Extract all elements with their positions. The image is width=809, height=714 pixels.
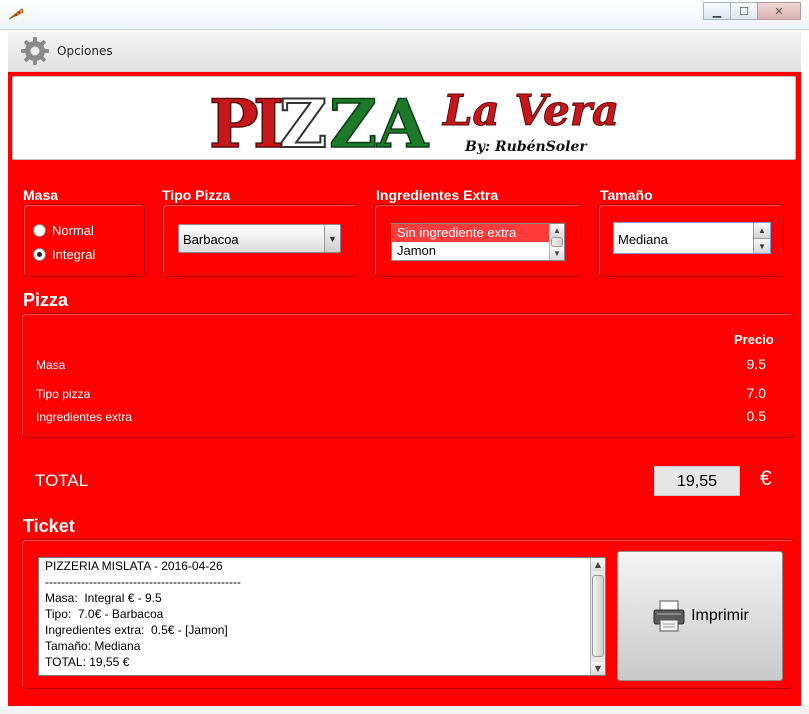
window-bottom-edge — [0, 706, 809, 714]
tamano-value[interactable]: Mediana — [618, 232, 668, 247]
scroll-thumb[interactable] — [551, 237, 563, 247]
main-panel: P I Z Z A La Vera By: RubénSoler Masa Ti… — [8, 72, 801, 706]
ticket-text: PIZZERIA MISLATA - 2016-04-26 -----------… — [39, 558, 605, 670]
maximize-button[interactable]: ☐ — [730, 2, 758, 20]
label-tamano: Tamaño — [600, 187, 653, 203]
label-tipo-pizza: Tipo Pizza — [162, 187, 231, 203]
ticket-line: Ingredientes extra: 0.5€ - [Jamon] — [45, 623, 228, 637]
total-value: 19,55 — [654, 466, 740, 496]
ticket-line: PIZZERIA MISLATA - 2016-04-26 — [45, 559, 223, 573]
svg-text:Z: Z — [279, 85, 327, 159]
spinner-up-icon[interactable]: ▲ — [754, 223, 770, 238]
ticket-textarea[interactable]: PIZZERIA MISLATA - 2016-04-26 -----------… — [38, 557, 606, 676]
list-item-jamon[interactable]: Jamon — [392, 242, 564, 260]
price-masa: 9.5 — [746, 356, 766, 372]
price-header: Precio — [734, 332, 774, 347]
row-label-masa: Masa — [36, 358, 66, 372]
label-ingredientes-extra: Ingredientes Extra — [376, 187, 499, 203]
radio-normal-indicator[interactable] — [33, 224, 46, 237]
price-ingredientes: 0.5 — [746, 408, 766, 424]
ticket-line: ----------------------------------------… — [45, 575, 241, 589]
print-button[interactable]: Imprimir — [617, 551, 783, 681]
close-icon: ✕ — [774, 4, 784, 18]
radio-normal-label[interactable]: Normal — [52, 223, 94, 238]
row-label-ingredientes: Ingredientes extra — [36, 410, 133, 424]
ingredientes-scrollbar[interactable]: ▲ ▼ — [549, 224, 564, 260]
ticket-line: TOTAL: 19,55 € — [45, 655, 130, 669]
label-pizza: Pizza — [23, 290, 69, 310]
radio-integral-indicator[interactable] — [33, 248, 46, 261]
pizza-panel — [21, 313, 794, 438]
scroll-down-icon[interactable]: ▼ — [550, 247, 564, 260]
ticket-scrollbar[interactable]: ▲ ▼ — [590, 558, 605, 675]
svg-text:P: P — [209, 85, 259, 159]
ticket-line: Masa: Integral € - 9.5 — [45, 591, 162, 605]
svg-text:By: RubénSoler: By: RubénSoler — [464, 139, 588, 155]
total-label: TOTAL — [35, 471, 89, 490]
gear-icon[interactable] — [20, 36, 50, 66]
scroll-down-icon[interactable]: ▼ — [591, 662, 605, 675]
title-bar: ▁ ☐ ✕ — [0, 0, 809, 30]
radio-integral[interactable]: Integral — [33, 247, 95, 262]
svg-text:La Vera: La Vera — [442, 86, 619, 135]
currency-symbol: € — [760, 467, 772, 490]
row-label-tipo-pizza: Tipo pizza — [36, 387, 91, 401]
label-ticket: Ticket — [23, 516, 75, 536]
tipo-pizza-select[interactable]: Barbacoa ▼ — [178, 224, 341, 253]
list-item-sin-ingrediente[interactable]: Sin ingrediente extra — [392, 224, 564, 242]
label-masa: Masa — [23, 187, 59, 203]
radio-integral-label[interactable]: Integral — [52, 247, 95, 262]
pizza-la-vera-logo: P I Z Z A La Vera By: RubénSoler — [208, 84, 619, 164]
print-button-label[interactable]: Imprimir — [691, 607, 749, 625]
minimize-icon: ▁ — [712, 4, 722, 18]
logo-banner: P I Z Z A La Vera By: RubénSoler — [12, 76, 796, 164]
svg-text:A: A — [376, 85, 429, 159]
ingredientes-list[interactable]: Sin ingrediente extra Jamon ▲ ▼ — [391, 223, 565, 261]
price-tipo-pizza: 7.0 — [746, 385, 766, 401]
ticket-line: Tamaño: Mediana — [45, 639, 141, 653]
tamano-spinner[interactable]: Mediana ▲ ▼ — [613, 222, 771, 254]
close-button[interactable]: ✕ — [757, 2, 801, 20]
maximize-icon: ☐ — [739, 4, 749, 18]
svg-text:Z: Z — [329, 85, 377, 159]
minimize-button[interactable]: ▁ — [703, 2, 731, 20]
menu-bar: Opciones — [8, 32, 801, 72]
scroll-thumb[interactable] — [592, 575, 604, 657]
masa-panel — [23, 204, 145, 277]
scroll-up-icon[interactable]: ▲ — [550, 224, 564, 237]
scroll-up-icon[interactable]: ▲ — [591, 558, 605, 571]
tipo-pizza-value: Barbacoa — [183, 232, 239, 247]
radio-normal[interactable]: Normal — [33, 223, 94, 238]
menu-options[interactable]: Opciones — [57, 44, 113, 58]
spinner-buttons[interactable]: ▲ ▼ — [753, 223, 770, 253]
spinner-down-icon[interactable]: ▼ — [754, 238, 770, 253]
chevron-down-icon[interactable]: ▼ — [324, 225, 340, 252]
pizza-app-icon — [8, 8, 24, 20]
ticket-line: Tipo: 7.0€ - Barbacoa — [45, 607, 164, 621]
printer-icon — [653, 600, 685, 632]
